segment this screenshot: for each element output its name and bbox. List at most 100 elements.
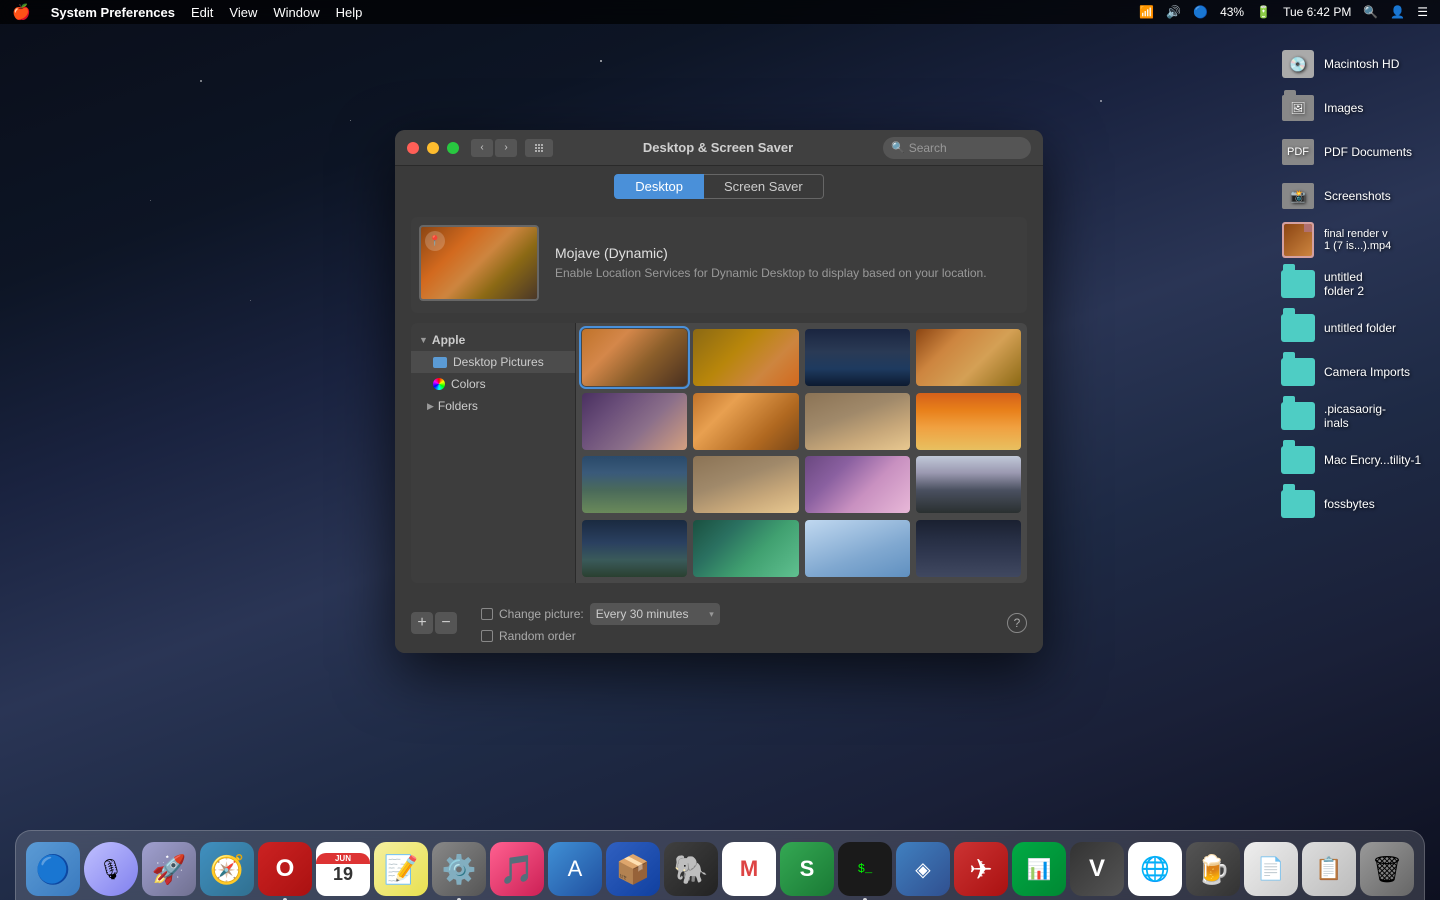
dock-icon-vectorize[interactable]: V	[1070, 842, 1124, 896]
dock-icon-brewer[interactable]: 🍺	[1186, 842, 1240, 896]
sidebar-item-video[interactable]: final render v1 (7 is...).mp4	[1280, 222, 1430, 258]
volume-icon[interactable]: 🔊	[1166, 5, 1181, 19]
dock-icon-launchpad[interactable]: 🚀	[142, 842, 196, 896]
bluetooth-icon[interactable]: 🔵	[1193, 5, 1208, 19]
dock-icon-sequel[interactable]: 🐘	[664, 842, 718, 896]
wifi-icon[interactable]: 📶	[1139, 5, 1154, 19]
hd-icon: 💿	[1280, 46, 1316, 82]
dock-icon-sheets[interactable]: S	[780, 842, 834, 896]
dock-icon-chrome[interactable]: 🌐	[1128, 842, 1182, 896]
dock-icon-doc-preview[interactable]: 📄	[1244, 842, 1298, 896]
sidebar-item-macintosh-hd[interactable]: 💿 Macintosh HD	[1280, 46, 1430, 82]
change-picture-row: Change picture: Every 30 minutes ▾	[481, 603, 991, 625]
tree-item-colors[interactable]: Colors	[411, 373, 575, 395]
notification-icon[interactable]: ☰	[1417, 5, 1428, 19]
wallpaper-high-sierra[interactable]	[916, 329, 1021, 386]
apple-menu[interactable]: 🍎	[12, 3, 31, 21]
dock-icon-trash[interactable]: 🗑	[1360, 842, 1414, 896]
tab-desktop[interactable]: Desktop	[614, 174, 704, 199]
dock-icon-safari[interactable]: 🧭	[200, 842, 254, 896]
wallpaper-sierra-dark[interactable]	[805, 329, 910, 386]
wallpaper-yosemite-trees[interactable]	[916, 456, 1021, 513]
app-menu-edit[interactable]: Edit	[191, 5, 213, 20]
virtualbox-icon: 📦	[616, 853, 651, 886]
wallpaper-el-capitan-2[interactable]	[693, 456, 798, 513]
wallpaper-sierra-2[interactable]	[693, 393, 798, 450]
dock-icon-system-prefs[interactable]: ⚙️	[432, 842, 486, 896]
search-box[interactable]: 🔍 Search	[883, 137, 1031, 159]
wallpaper-yosemite-valley[interactable]	[582, 456, 687, 513]
sheets-icon: S	[800, 856, 815, 882]
remove-button[interactable]: −	[435, 612, 457, 634]
dock-icon-appstore[interactable]: A	[548, 842, 602, 896]
dock-icon-gmail[interactable]: M	[722, 842, 776, 896]
wallpaper-lake[interactable]	[582, 520, 687, 577]
wallpaper-mountain[interactable]	[916, 520, 1021, 577]
app-menu-window[interactable]: Window	[273, 5, 319, 20]
dock-icon-terminal[interactable]: $_	[838, 842, 892, 896]
app-menu-system-prefs[interactable]: System Preferences	[51, 5, 175, 20]
dock-icon-calendar[interactable]: JUN 19	[316, 842, 370, 896]
dock-icon-doc2[interactable]: 📋	[1302, 842, 1356, 896]
forward-button[interactable]: ›	[495, 139, 517, 157]
sidebar-item-mac-encrypt[interactable]: Mac Encry...tility-1	[1280, 442, 1430, 478]
interval-dropdown[interactable]: Every 30 minutes ▾	[590, 603, 720, 625]
tab-screensaver[interactable]: Screen Saver	[704, 174, 824, 199]
wallpaper-mojave-dynamic[interactable]	[582, 329, 687, 386]
airmail-icon: ✈	[969, 853, 992, 886]
app-menu-view[interactable]: View	[229, 5, 257, 20]
wallpaper-yosemite-purple[interactable]	[805, 456, 910, 513]
change-picture-checkbox[interactable]	[481, 608, 493, 620]
sidebar-label: Images	[1324, 101, 1363, 115]
trash-icon: 🗑	[1370, 854, 1403, 885]
spotlight-icon[interactable]: 🔍	[1363, 5, 1378, 19]
tree-group-header[interactable]: ▼ Apple	[411, 329, 575, 351]
wallpaper-sierra-peaks[interactable]	[582, 393, 687, 450]
sidebar-item-screenshots[interactable]: 📸 Screenshots	[1280, 178, 1430, 214]
dock-icon-finder[interactable]: 🔵	[26, 842, 80, 896]
dock-icon-opera[interactable]: O	[258, 842, 312, 896]
user-icon[interactable]: 👤	[1390, 5, 1405, 19]
finder-icon: 🔵	[36, 853, 71, 886]
random-order-checkbox[interactable]	[481, 630, 493, 642]
dock-icon-activity-monitor[interactable]: 📊	[1012, 842, 1066, 896]
wallpaper-el-capitan-rock[interactable]	[805, 393, 910, 450]
help-button[interactable]: ?	[1007, 613, 1027, 633]
sidebar-item-picasa[interactable]: .picasaorig-inals	[1280, 398, 1430, 434]
dock-icon-siri[interactable]: 🎙	[84, 842, 138, 896]
dock-icon-altstore[interactable]: ◈	[896, 842, 950, 896]
tree-item-label: Desktop Pictures	[453, 355, 544, 369]
add-button[interactable]: +	[411, 612, 433, 634]
brewer-icon: 🍺	[1196, 853, 1231, 886]
sidebar-item-fossbytes[interactable]: fossbytes	[1280, 486, 1430, 522]
maximize-button[interactable]	[447, 142, 459, 154]
wallpaper-wave-light[interactable]	[805, 520, 910, 577]
wallpaper-el-capitan-sunset[interactable]	[916, 393, 1021, 450]
grid-view-button[interactable]	[525, 139, 553, 157]
sidebar-item-pdf-documents[interactable]: PDF PDF Documents	[1280, 134, 1430, 170]
dock-icon-notes[interactable]: 📝	[374, 842, 428, 896]
dock-icon-virtualbox[interactable]: 📦	[606, 842, 660, 896]
wallpaper-grid	[576, 323, 1027, 583]
close-button[interactable]	[407, 142, 419, 154]
dock-icon-airmail[interactable]: ✈	[954, 842, 1008, 896]
sidebar-item-untitled-folder[interactable]: untitled folder	[1280, 310, 1430, 346]
folder-camera-icon	[1280, 354, 1316, 390]
folder-teal-icon	[1280, 266, 1316, 302]
wallpaper-wave-green[interactable]	[693, 520, 798, 577]
sidebar-item-untitled-folder-2[interactable]: untitledfolder 2	[1280, 266, 1430, 302]
sidebar-item-images[interactable]: 🖼 Images	[1280, 90, 1430, 126]
dock-icon-music[interactable]: 🎵	[490, 842, 544, 896]
tree-item-desktop-pictures[interactable]: Desktop Pictures	[411, 351, 575, 373]
doc2-icon: 📋	[1315, 856, 1342, 882]
back-button[interactable]: ‹	[471, 139, 493, 157]
wallpaper-mojave-2[interactable]	[693, 329, 798, 386]
datetime-display[interactable]: Tue 6:42 PM	[1283, 5, 1351, 19]
minimize-button[interactable]	[427, 142, 439, 154]
battery-percentage: 43%	[1220, 5, 1244, 19]
system-prefs-icon: ⚙️	[442, 853, 477, 886]
tree-item-folders[interactable]: ▶ Folders	[411, 395, 575, 417]
sidebar-label: .picasaorig-inals	[1324, 402, 1386, 430]
sidebar-item-camera-imports[interactable]: Camera Imports	[1280, 354, 1430, 390]
app-menu-help[interactable]: Help	[336, 5, 363, 20]
